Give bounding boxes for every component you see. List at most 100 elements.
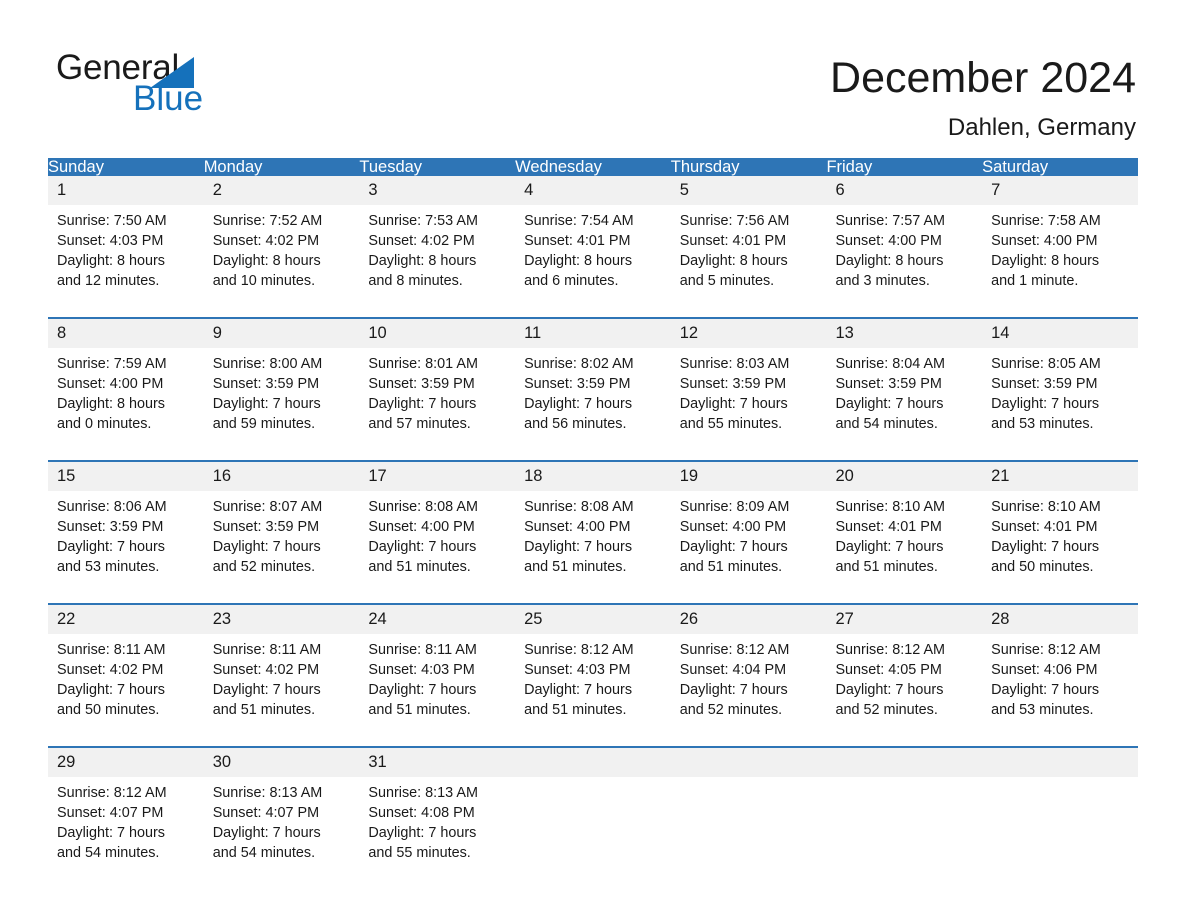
day-number-cell[interactable]: 22: [48, 605, 204, 634]
sunrise-text: Sunrise: 8:02 AM: [524, 356, 634, 372]
day-number-cell[interactable]: 29: [48, 748, 204, 777]
week-detail-row: Sunrise: 8:12 AM Sunset: 4:07 PM Dayligh…: [48, 777, 1138, 881]
day-detail-cell[interactable]: Sunrise: 8:01 AM Sunset: 3:59 PM Dayligh…: [359, 348, 516, 452]
day-detail-cell[interactable]: Sunrise: 7:54 AM Sunset: 4:01 PM Dayligh…: [515, 205, 671, 309]
generalblue-logo[interactable]: General Blue: [56, 50, 376, 130]
day-detail-cell[interactable]: Sunrise: 8:04 AM Sunset: 3:59 PM Dayligh…: [826, 348, 983, 452]
sunset-text: Sunset: 3:59 PM: [524, 376, 631, 392]
day-number-cell[interactable]: 8: [48, 319, 204, 348]
sunset-text: Sunset: 4:01 PM: [524, 233, 631, 249]
day-detail-cell[interactable]: Sunrise: 8:11 AM Sunset: 4:02 PM Dayligh…: [203, 634, 360, 738]
day-number-cell[interactable]: 19: [670, 462, 827, 491]
sunrise-text: Sunrise: 8:10 AM: [991, 499, 1101, 515]
daylight-text-line1: Daylight: 7 hours: [524, 539, 633, 555]
day-detail-cell[interactable]: Sunrise: 7:53 AM Sunset: 4:02 PM Dayligh…: [359, 205, 516, 309]
day-number-cell[interactable]: 6: [826, 176, 983, 205]
sunrise-text: Sunrise: 8:07 AM: [212, 499, 323, 515]
day-number-cell[interactable]: 7: [982, 176, 1138, 205]
day-number-cell[interactable]: 25: [515, 605, 671, 634]
sunrise-text: Sunrise: 7:50 AM: [57, 213, 167, 229]
day-detail-cell[interactable]: Sunrise: 8:11 AM Sunset: 4:02 PM Dayligh…: [48, 634, 204, 738]
daylight-text-line1: Daylight: 7 hours: [524, 682, 633, 698]
day-detail-cell[interactable]: Sunrise: 8:12 AM Sunset: 4:04 PM Dayligh…: [670, 634, 827, 738]
day-number-cell[interactable]: 26: [670, 605, 827, 634]
day-number-cell[interactable]: 28: [982, 605, 1138, 634]
daylight-text-line1: Daylight: 8 hours: [368, 253, 477, 269]
sunrise-text: Sunrise: 8:09 AM: [679, 499, 790, 515]
day-number-cell[interactable]: 10: [359, 319, 516, 348]
day-detail-cell[interactable]: Sunrise: 8:13 AM Sunset: 4:07 PM Dayligh…: [203, 777, 360, 881]
week-number-row: 29 30 31: [48, 748, 1138, 777]
daylight-text-line1: Daylight: 7 hours: [368, 825, 477, 841]
week-separator: [48, 595, 1138, 605]
sunset-text: Sunset: 4:03 PM: [57, 233, 164, 249]
day-number-cell[interactable]: 24: [359, 605, 516, 634]
sunset-text: Sunset: 4:03 PM: [524, 662, 631, 678]
day-detail-cell[interactable]: Sunrise: 8:11 AM Sunset: 4:03 PM Dayligh…: [359, 634, 516, 738]
day-number-cell[interactable]: 2: [203, 176, 360, 205]
daylight-text-line1: Daylight: 7 hours: [524, 396, 633, 412]
sunrise-text: Sunrise: 8:04 AM: [835, 356, 946, 372]
week-separator: [48, 738, 1138, 748]
day-number-cell[interactable]: 17: [359, 462, 516, 491]
day-number-cell[interactable]: 15: [48, 462, 204, 491]
sunset-text: Sunset: 3:59 PM: [212, 519, 320, 535]
day-number-cell[interactable]: 4: [515, 176, 671, 205]
day-detail-cell[interactable]: Sunrise: 8:09 AM Sunset: 4:00 PM Dayligh…: [670, 491, 827, 595]
day-detail-cell[interactable]: Sunrise: 7:50 AM Sunset: 4:03 PM Dayligh…: [48, 205, 204, 309]
day-detail-cell[interactable]: Sunrise: 8:07 AM Sunset: 3:59 PM Dayligh…: [203, 491, 360, 595]
day-detail-cell[interactable]: Sunrise: 8:12 AM Sunset: 4:06 PM Dayligh…: [982, 634, 1138, 738]
daylight-text-line1: Daylight: 7 hours: [368, 539, 477, 555]
daylight-text-line1: Daylight: 7 hours: [57, 825, 165, 841]
daylight-text-line2: and 51 minutes.: [368, 559, 471, 575]
day-number-cell[interactable]: 20: [826, 462, 983, 491]
day-number-cell[interactable]: 9: [203, 319, 360, 348]
sunrise-text: Sunrise: 7:57 AM: [835, 213, 946, 229]
day-detail-cell[interactable]: Sunrise: 7:52 AM Sunset: 4:02 PM Dayligh…: [203, 205, 360, 309]
day-number-cell[interactable]: 13: [826, 319, 983, 348]
day-detail-cell[interactable]: Sunrise: 8:00 AM Sunset: 3:59 PM Dayligh…: [203, 348, 360, 452]
daylight-text-line1: Daylight: 8 hours: [679, 253, 788, 269]
week-number-row: 15 16 17 18 19 20 21: [48, 462, 1138, 491]
day-detail-cell[interactable]: Sunrise: 8:08 AM Sunset: 4:00 PM Dayligh…: [359, 491, 516, 595]
day-detail-cell[interactable]: Sunrise: 7:59 AM Sunset: 4:00 PM Dayligh…: [48, 348, 204, 452]
day-detail-cell[interactable]: Sunrise: 8:05 AM Sunset: 3:59 PM Dayligh…: [982, 348, 1138, 452]
day-number-cell[interactable]: 11: [515, 319, 671, 348]
day-number-cell[interactable]: 23: [203, 605, 360, 634]
day-number-cell[interactable]: 30: [203, 748, 360, 777]
sunrise-text: Sunrise: 7:59 AM: [57, 356, 167, 372]
day-detail-cell[interactable]: Sunrise: 8:13 AM Sunset: 4:08 PM Dayligh…: [359, 777, 516, 881]
daylight-text-line1: Daylight: 7 hours: [679, 682, 788, 698]
day-number-cell[interactable]: 16: [203, 462, 360, 491]
day-detail-cell[interactable]: Sunrise: 7:58 AM Sunset: 4:00 PM Dayligh…: [982, 205, 1138, 309]
day-detail-cell[interactable]: Sunrise: 8:08 AM Sunset: 4:00 PM Dayligh…: [515, 491, 671, 595]
day-detail-cell[interactable]: Sunrise: 8:10 AM Sunset: 4:01 PM Dayligh…: [982, 491, 1138, 595]
sunset-text: Sunset: 4:07 PM: [212, 805, 320, 821]
day-detail-cell[interactable]: Sunrise: 8:03 AM Sunset: 3:59 PM Dayligh…: [670, 348, 827, 452]
daylight-text-line2: and 1 minute.: [991, 273, 1079, 289]
day-number-cell[interactable]: 3: [359, 176, 516, 205]
day-detail-cell[interactable]: Sunrise: 7:56 AM Sunset: 4:01 PM Dayligh…: [670, 205, 827, 309]
day-number-cell[interactable]: 12: [670, 319, 827, 348]
day-number-cell[interactable]: 31: [359, 748, 516, 777]
day-number-cell[interactable]: 21: [982, 462, 1138, 491]
calendar-table: Sunday Monday Tuesday Wednesday Thursday…: [48, 158, 1138, 881]
day-detail-cell[interactable]: Sunrise: 8:12 AM Sunset: 4:03 PM Dayligh…: [515, 634, 671, 738]
day-number-cell[interactable]: 5: [670, 176, 827, 205]
day-detail-cell[interactable]: Sunrise: 7:57 AM Sunset: 4:00 PM Dayligh…: [826, 205, 983, 309]
week-detail-row: Sunrise: 8:06 AM Sunset: 3:59 PM Dayligh…: [48, 491, 1138, 595]
sunset-text: Sunset: 3:59 PM: [368, 376, 475, 392]
day-number-cell[interactable]: 14: [982, 319, 1138, 348]
day-detail-cell[interactable]: Sunrise: 8:06 AM Sunset: 3:59 PM Dayligh…: [48, 491, 204, 595]
day-detail-cell[interactable]: Sunrise: 8:12 AM Sunset: 4:07 PM Dayligh…: [48, 777, 204, 881]
day-detail-cell[interactable]: Sunrise: 8:02 AM Sunset: 3:59 PM Dayligh…: [515, 348, 671, 452]
day-detail-cell[interactable]: Sunrise: 8:12 AM Sunset: 4:05 PM Dayligh…: [826, 634, 983, 738]
day-detail-cell[interactable]: Sunrise: 8:10 AM Sunset: 4:01 PM Dayligh…: [826, 491, 983, 595]
day-number-cell[interactable]: 18: [515, 462, 671, 491]
day-number-cell[interactable]: 1: [48, 176, 204, 205]
sunset-text: Sunset: 3:59 PM: [835, 376, 942, 392]
calendar-grid: Sunday Monday Tuesday Wednesday Thursday…: [48, 158, 1138, 881]
day-number-cell[interactable]: 27: [826, 605, 983, 634]
daylight-text-line1: Daylight: 7 hours: [991, 682, 1100, 698]
day-detail-cell-empty: [515, 777, 671, 881]
